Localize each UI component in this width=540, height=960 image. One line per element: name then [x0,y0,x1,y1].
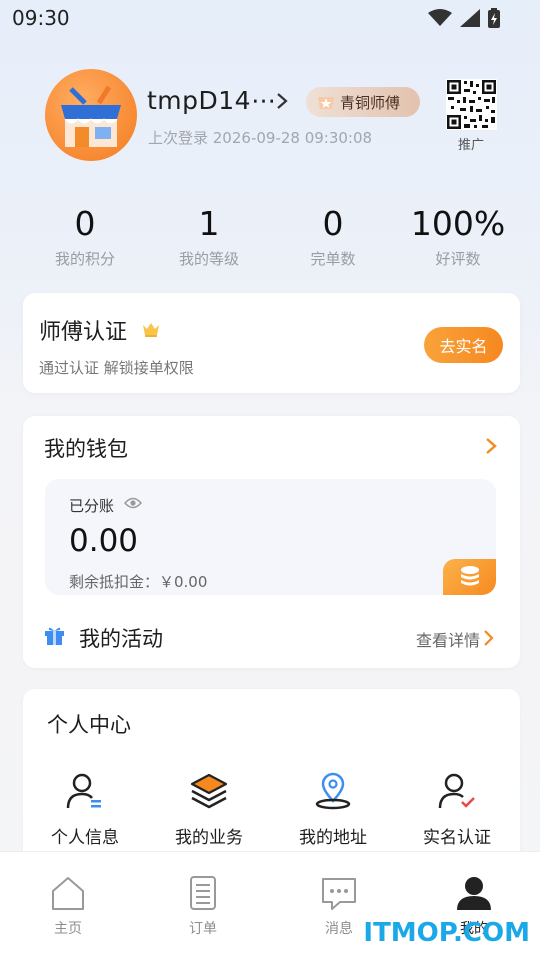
order-icon [190,876,216,910]
rank-label: 青铜师傅 [340,93,401,112]
personal-center-title: 个人中心 [47,713,131,737]
stat-value: 0 [74,204,96,243]
tab-orders[interactable]: 订单 [163,874,243,938]
stat-completed-orders[interactable]: 0 完单数 [271,200,395,269]
wallet-balance-panel[interactable]: 已分账 0.00 剩余抵扣金：￥0.00 [45,479,496,595]
verify-identity-button[interactable]: 去实名 [424,327,503,363]
menu-item-my-address[interactable]: 我的地址 [271,771,395,848]
star-badge-icon [318,97,334,109]
stat-value: 1 [198,204,220,243]
stat-value: 0 [322,204,344,243]
username[interactable]: tmpD14⋯ [147,86,277,115]
tab-label: 主页 [54,921,82,937]
wallet-balance: 0.00 [69,523,139,559]
stat-level[interactable]: 1 我的等级 [147,200,271,269]
profile-icon [457,877,491,910]
activity-row[interactable]: 我的活动 查看详情 [23,611,520,657]
stat-label: 我的等级 [178,250,239,268]
gift-icon [45,627,64,645]
rank-badge: 青铜师傅 [306,87,420,117]
stat-label: 完单数 [310,250,356,268]
personal-center-card: 个人中心 个人信息 我的业务 我的地址 实名认证 [23,689,520,869]
status-time: 09:30 [12,6,70,30]
watermark: ITMOP.COM [363,918,530,948]
stat-good-reviews[interactable]: 100% 好评数 [396,200,520,269]
certification-card: 师傅认证 通过认证 解锁接单权限 去实名 [23,293,520,393]
menu-item-real-name-verification[interactable]: 实名认证 [395,771,519,848]
split-label: 已分账 [69,497,115,515]
menu-item-my-business[interactable]: 我的业务 [147,771,271,848]
qrcode-label: 推广 [457,138,484,153]
wallet-card: 我的钱包 已分账 0.00 剩余抵扣金：￥0.00 我的活动 查看详情 [23,416,520,668]
stat-points[interactable]: 0 我的积分 [23,200,147,269]
location-pin-icon [315,772,351,810]
wallet-title: 我的钱包 [44,437,128,461]
qrcode-icon[interactable] [446,79,497,130]
wifi-icon [428,9,452,26]
tab-home[interactable]: 主页 [28,874,108,938]
coin-button[interactable] [443,559,496,595]
shop-icon [61,85,121,147]
crown-icon [143,323,159,337]
menu-label: 实名认证 [423,828,491,848]
certification-title: 师傅认证 [39,320,128,345]
eye-icon[interactable] [124,496,142,510]
view-details-link[interactable]: 查看详情 [416,627,480,651]
battery-icon [488,8,500,28]
stat-label: 我的积分 [54,250,115,268]
activity-title: 我的活动 [79,627,163,651]
chevron-right-icon[interactable] [484,436,498,456]
layers-icon [190,773,228,809]
menu-label: 我的业务 [175,828,243,848]
user-info-icon [66,773,101,809]
user-verified-icon [438,773,475,809]
coins-icon [460,566,479,586]
stat-label: 好评数 [435,250,481,268]
avatar[interactable] [45,69,137,161]
status-bar: 09:30 [0,0,540,36]
chevron-right-icon[interactable] [272,90,292,112]
tab-label: 订单 [189,921,217,937]
certification-subtitle: 通过认证 解锁接单权限 [39,359,194,377]
home-icon [52,877,84,910]
signal-icon [460,9,480,27]
last-login: 上次登录 2026-09-28 09:30:08 [148,129,373,147]
status-icons [428,8,500,28]
menu-label: 个人信息 [51,828,119,848]
stat-value: 100% [410,204,506,243]
menu-label: 我的地址 [299,828,367,848]
deduct-amount: 剩余抵扣金：￥0.00 [69,573,208,591]
chevron-right-icon[interactable] [483,629,494,647]
message-icon [322,878,356,910]
menu-item-personal-info[interactable]: 个人信息 [23,771,147,848]
